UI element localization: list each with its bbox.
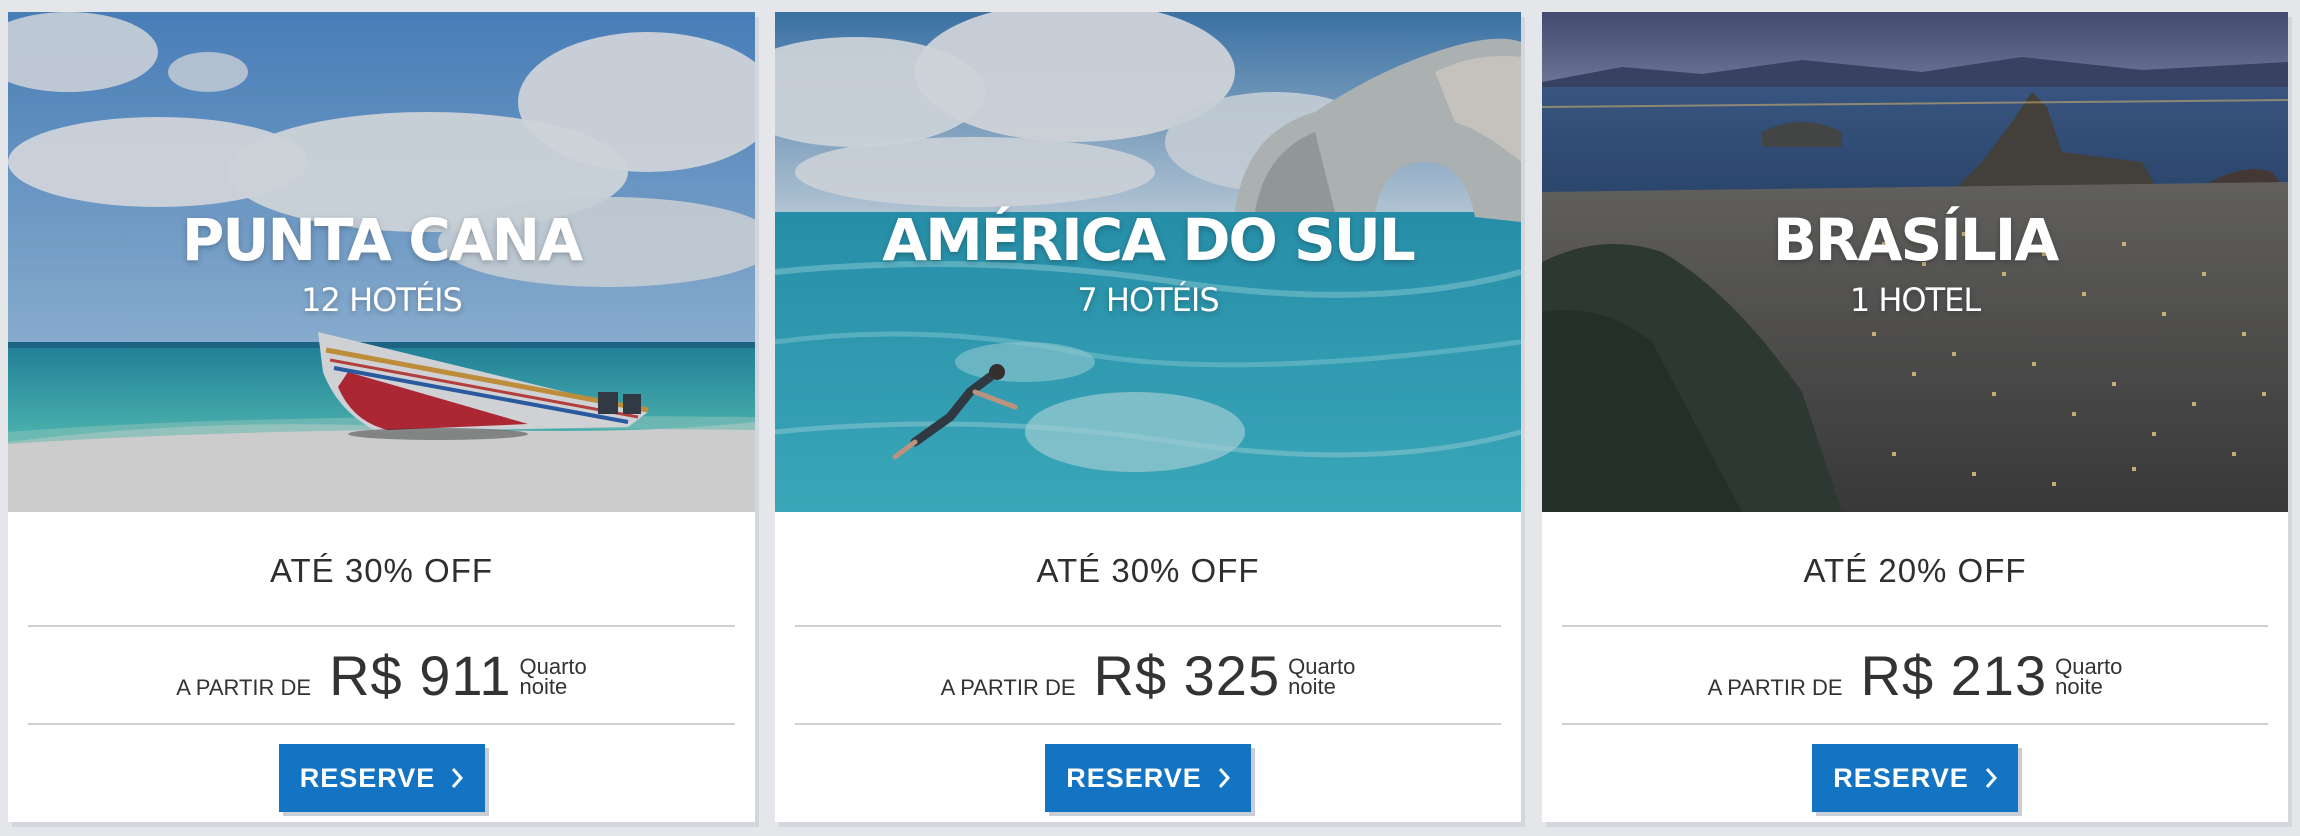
price-amount: R$ 911	[329, 643, 512, 707]
price-prefix: A PARTIR DE	[176, 675, 312, 700]
discount-label: ATÉ 20% OFF	[1803, 552, 2027, 589]
destination-card-america-do-sul[interactable]: AMÉRICA DO SUL 7 HOTÉIS ATÉ 30% OFF A PA…	[775, 12, 1521, 822]
chevron-right-icon	[1218, 768, 1230, 788]
destination-hero[interactable]: PUNTA CANA 12 HOTÉIS	[8, 12, 755, 512]
price-prefix: A PARTIR DE	[940, 675, 1076, 700]
chevron-right-icon	[1985, 768, 1997, 788]
price-row: A PARTIR DE R$ 911 Quarto noite	[8, 627, 755, 723]
chevron-right-icon	[452, 768, 464, 788]
hotel-count: 1 HOTEL	[1849, 281, 1981, 319]
price-unit-line2: noite	[2055, 674, 2103, 699]
price-unit: Quarto noite	[519, 656, 587, 699]
reserve-button-label: RESERVE	[299, 762, 436, 793]
destination-card-punta-cana[interactable]: PUNTA CANA 12 HOTÉIS ATÉ 30% OFF A PARTI…	[8, 12, 755, 822]
price-row: A PARTIR DE R$ 325 Quarto noite	[775, 627, 1521, 723]
reserve-button[interactable]: RESERVE	[1045, 744, 1251, 812]
price-amount: R$ 213	[1860, 643, 2048, 707]
price-unit-line2: noite	[519, 674, 568, 699]
reserve-button-label: RESERVE	[1066, 762, 1202, 793]
price-amount: R$ 325	[1093, 643, 1281, 707]
discount-label: ATÉ 30% OFF	[269, 552, 494, 589]
price-unit-line2: noite	[1288, 674, 1336, 699]
destination-title: BRASÍLIA	[1772, 206, 2060, 274]
destination-title: AMÉRICA DO SUL	[882, 206, 1416, 274]
reserve-button-label: RESERVE	[1833, 762, 1969, 793]
price-unit: Quarto noite	[2055, 656, 2122, 699]
destination-hero[interactable]: BRASÍLIA 1 HOTEL	[1542, 12, 2288, 512]
discount-label: ATÉ 30% OFF	[1036, 552, 1260, 589]
price-unit: Quarto noite	[1288, 656, 1355, 699]
price-row: A PARTIR DE R$ 213 Quarto noite	[1542, 627, 2288, 723]
destination-card-brasilia[interactable]: BRASÍLIA 1 HOTEL ATÉ 20% OFF A PARTIR DE…	[1542, 12, 2288, 822]
price-prefix: A PARTIR DE	[1707, 675, 1843, 700]
destination-title: PUNTA CANA	[181, 206, 583, 274]
destination-hero[interactable]: AMÉRICA DO SUL 7 HOTÉIS	[775, 12, 1521, 512]
hotel-count: 12 HOTÉIS	[301, 281, 463, 319]
reserve-button[interactable]: RESERVE	[278, 744, 485, 812]
hotel-count: 7 HOTÉIS	[1077, 281, 1219, 319]
reserve-button[interactable]: RESERVE	[1812, 744, 2018, 812]
destination-card-grid: PUNTA CANA 12 HOTÉIS ATÉ 30% OFF A PARTI…	[0, 0, 2300, 836]
